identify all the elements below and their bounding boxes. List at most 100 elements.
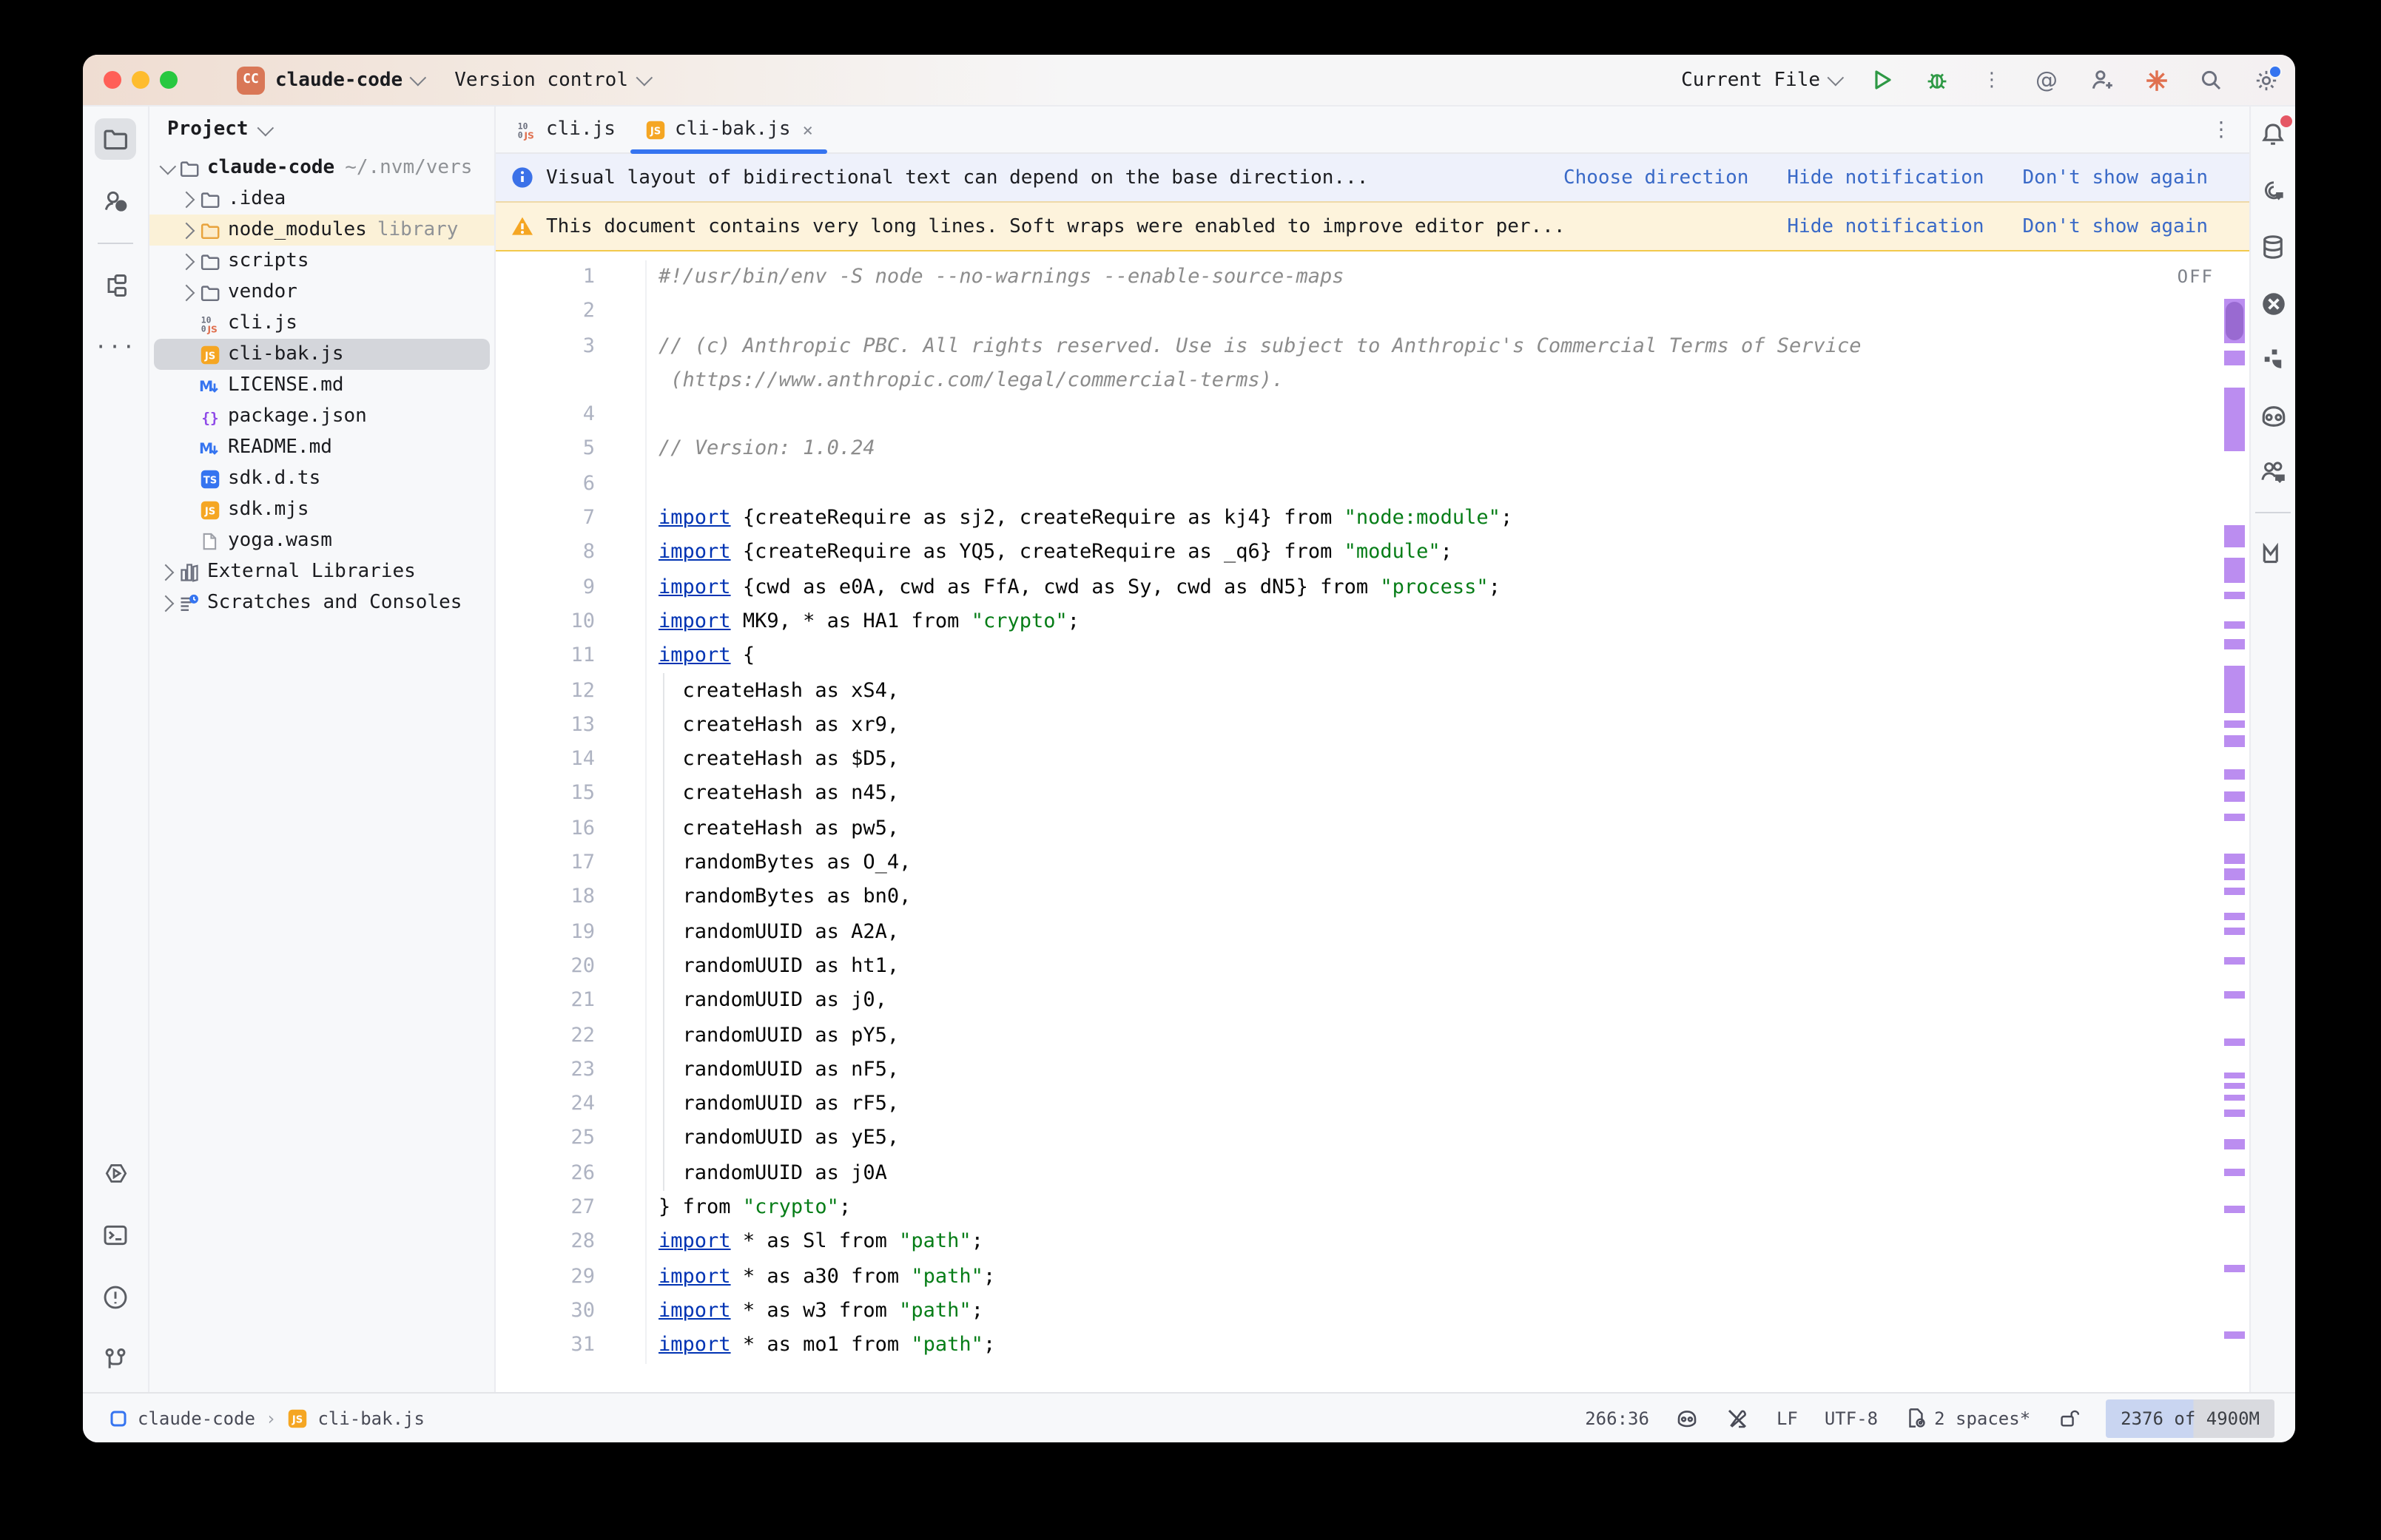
memory-indicator[interactable]: 2376 of 4900M <box>2106 1399 2274 1437</box>
readonly-lock-icon[interactable] <box>2057 1407 2079 1429</box>
ai-assistant-tool-window-button[interactable] <box>2257 175 2289 207</box>
tree-item-cli-js[interactable]: 100JScli.js <box>149 308 494 339</box>
banner-link-don-t-show-again[interactable]: Don't show again <box>2023 166 2208 189</box>
editor-scrollbar[interactable] <box>2224 251 2245 1392</box>
line-number[interactable]: 29 <box>496 1260 647 1294</box>
line-number[interactable]: 2 <box>496 295 647 330</box>
tree-item-license-md[interactable]: MLICENSE.md <box>149 370 494 401</box>
line-number[interactable]: 24 <box>496 1087 647 1122</box>
tree-expand-chevron-icon[interactable] <box>155 162 176 174</box>
line-number[interactable]: 20 <box>496 950 647 985</box>
line-number[interactable]: 11 <box>496 640 647 675</box>
line-number[interactable]: 1 <box>496 260 647 295</box>
add-user-button[interactable] <box>2087 65 2116 95</box>
line-number[interactable]: 5 <box>496 433 647 467</box>
tree-item-sdk-mjs[interactable]: JSsdk.mjs <box>149 494 494 525</box>
line-number[interactable]: 7 <box>496 501 647 536</box>
project-switcher[interactable]: claude-code <box>275 69 422 91</box>
highlighting-off-icon[interactable] <box>1726 1406 1750 1430</box>
line-number[interactable]: 10 <box>496 605 647 640</box>
plugin-star-icon[interactable] <box>2141 65 2171 95</box>
line-number[interactable]: 19 <box>496 915 647 950</box>
code-editor[interactable]: 1#!/usr/bin/env -S node --no-warnings --… <box>496 251 2249 1392</box>
more-tool-windows-button[interactable]: ··· <box>95 327 136 368</box>
tree-expand-chevron-icon[interactable] <box>176 255 197 267</box>
copilot-status-icon[interactable] <box>1676 1406 1700 1430</box>
breadcrumb-file[interactable]: cli-bak.js <box>317 1408 425 1428</box>
zoom-window-button[interactable] <box>160 71 178 89</box>
line-number[interactable]: 3 <box>496 329 647 364</box>
line-number[interactable]: 12 <box>496 674 647 709</box>
encoding-widget[interactable]: UTF-8 <box>1825 1408 1878 1428</box>
markdown-plugin-tool-window-button[interactable] <box>2257 537 2289 570</box>
terminal-tool-window-button[interactable] <box>95 1215 136 1256</box>
x-plugin-tool-window-button[interactable] <box>2257 287 2289 320</box>
tree-item-scripts[interactable]: scripts <box>149 246 494 277</box>
tree-item--idea[interactable]: .idea <box>149 183 494 215</box>
editor-tab-cli-js[interactable]: 100JScli.js <box>502 107 630 152</box>
line-number[interactable]: 22 <box>496 1019 647 1053</box>
tab-list-more-button[interactable]: ⋮ <box>2193 107 2249 152</box>
line-number[interactable]: 21 <box>496 984 647 1019</box>
ai-assistant-icon[interactable]: @ <box>2032 65 2061 95</box>
minimize-window-button[interactable] <box>132 71 149 89</box>
inspection-level-indicator[interactable]: OFF <box>2178 260 2214 295</box>
pull-requests-tool-window-button[interactable]: ? <box>95 180 136 222</box>
project-panel-header[interactable]: Project <box>149 107 494 152</box>
settings-button[interactable] <box>2251 65 2280 95</box>
run-configuration-selector[interactable]: Current File <box>1681 69 1839 91</box>
code-with-me-tool-window-button[interactable] <box>2257 456 2289 488</box>
tree-item-claude-code[interactable]: claude-code~/.nvm/vers <box>149 152 494 183</box>
tab-close-icon[interactable]: × <box>803 119 813 140</box>
breadcrumb-project[interactable]: claude-code <box>138 1408 255 1428</box>
line-number[interactable]: 9 <box>496 570 647 605</box>
tree-item-package-json[interactable]: {}package.json <box>149 401 494 432</box>
run-button[interactable] <box>1868 65 1897 95</box>
line-number[interactable]: 27 <box>496 1191 647 1226</box>
tree-item-readme-md[interactable]: MREADME.md <box>149 432 494 463</box>
tree-expand-chevron-icon[interactable] <box>155 566 176 578</box>
tree-item-yoga-wasm[interactable]: yoga.wasm <box>149 525 494 556</box>
line-number[interactable]: 16 <box>496 812 647 847</box>
editor-tab-cli-bak-js[interactable]: JScli-bak.js× <box>630 107 828 152</box>
line-number[interactable]: 13 <box>496 709 647 743</box>
banner-link-hide-notification[interactable]: Hide notification <box>1787 166 1984 189</box>
git-tool-window-button[interactable] <box>95 1339 136 1380</box>
debug-button[interactable] <box>1922 65 1952 95</box>
banner-link-choose-direction[interactable]: Choose direction <box>1563 166 1748 189</box>
line-number[interactable]: 4 <box>496 398 647 433</box>
line-number[interactable]: 15 <box>496 777 647 812</box>
pinwheel-plugin-tool-window-button[interactable] <box>2257 343 2289 376</box>
line-number[interactable] <box>496 364 647 399</box>
banner-link-hide-notification[interactable]: Hide notification <box>1787 215 1984 237</box>
line-number[interactable]: 30 <box>496 1294 647 1329</box>
tree-item-cli-bak-js[interactable]: JScli-bak.js <box>149 339 494 370</box>
line-number[interactable]: 28 <box>496 1226 647 1260</box>
line-number[interactable]: 26 <box>496 1156 647 1191</box>
tree-expand-chevron-icon[interactable] <box>176 193 197 205</box>
banner-link-don-t-show-again[interactable]: Don't show again <box>2023 215 2208 237</box>
services-tool-window-button[interactable] <box>95 1152 136 1194</box>
close-window-button[interactable] <box>104 71 121 89</box>
structure-tool-window-button[interactable] <box>95 265 136 306</box>
tree-expand-chevron-icon[interactable] <box>176 286 197 298</box>
line-number[interactable]: 8 <box>496 536 647 571</box>
line-number[interactable]: 14 <box>496 743 647 777</box>
tree-item-scratches-and-consoles[interactable]: Scratches and Consoles <box>149 587 494 618</box>
more-actions-button[interactable]: ⋮ <box>1977 65 2007 95</box>
notifications-button[interactable] <box>2257 118 2289 151</box>
vcs-menu[interactable]: Version control <box>454 69 647 91</box>
line-number[interactable]: 17 <box>496 846 647 881</box>
line-number[interactable]: 18 <box>496 881 647 916</box>
line-separator-widget[interactable]: LF <box>1777 1408 1798 1428</box>
scrollbar-thumb[interactable] <box>2226 302 2243 340</box>
line-number[interactable]: 23 <box>496 1053 647 1088</box>
tree-expand-chevron-icon[interactable] <box>155 597 176 609</box>
problems-tool-window-button[interactable] <box>95 1277 136 1318</box>
line-number[interactable]: 6 <box>496 467 647 502</box>
line-number[interactable]: 25 <box>496 1122 647 1157</box>
line-number[interactable]: 31 <box>496 1328 647 1363</box>
tree-expand-chevron-icon[interactable] <box>176 224 197 236</box>
tree-item-node-modules[interactable]: node_moduleslibrary <box>149 215 494 246</box>
cursor-position-widget[interactable]: 266:36 <box>1585 1408 1649 1428</box>
